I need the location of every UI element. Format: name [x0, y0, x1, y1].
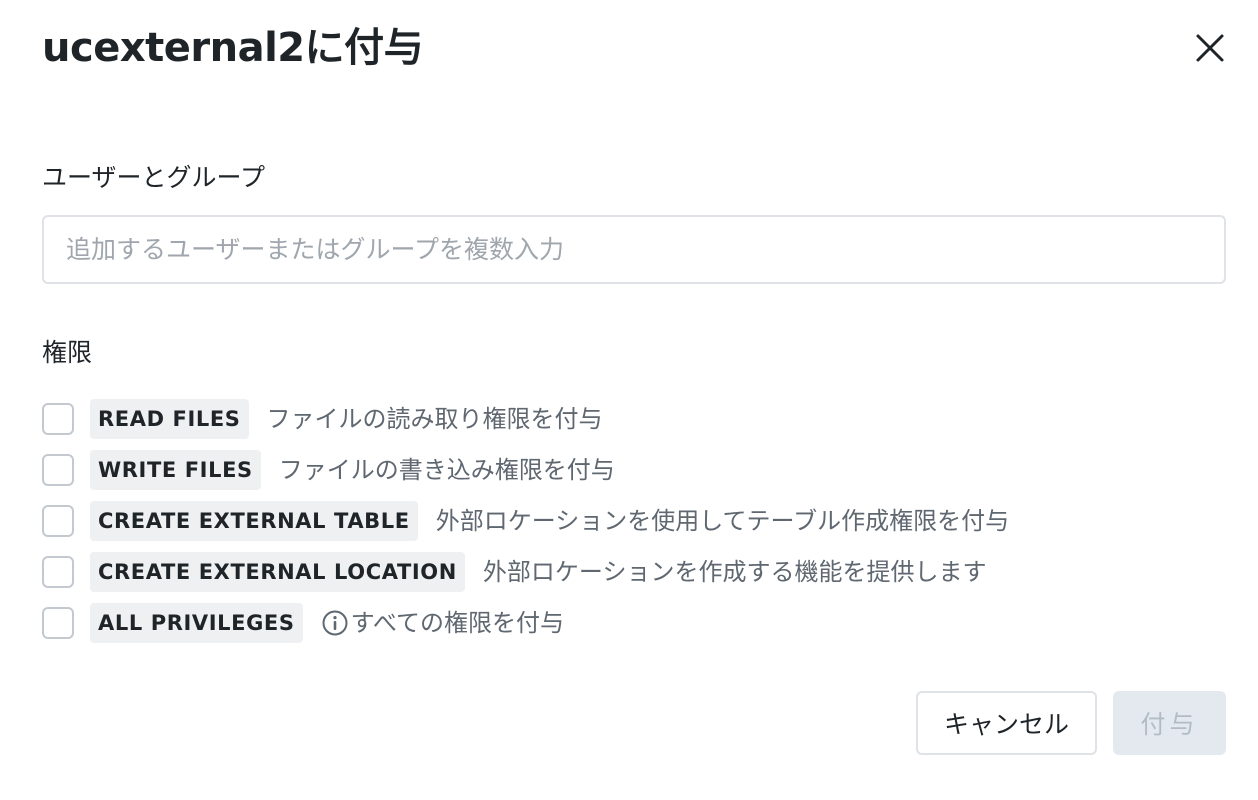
privilege-description: 外部ロケーションを使用してテーブル作成権限を付与: [435, 507, 1010, 535]
close-icon: [1196, 34, 1224, 62]
principals-input[interactable]: [42, 215, 1226, 284]
create-external-table-checkbox[interactable]: [42, 505, 74, 537]
privilege-tag: ALL PRIVILEGES: [90, 603, 303, 643]
all-privileges-checkbox[interactable]: [42, 607, 74, 639]
privilege-tag: READ FILES: [90, 399, 249, 439]
grant-dialog: ucexternal2に付与 ユーザーとグループ 権限 READ FILES フ…: [0, 0, 1258, 800]
privilege-row-read-files: READ FILES ファイルの読み取り権限を付与: [42, 399, 603, 439]
privilege-description: ファイルの書き込み権限を付与: [278, 456, 615, 484]
dialog-title: ucexternal2に付与: [42, 25, 424, 71]
privilege-description: 外部ロケーションを作成する機能を提供します: [482, 558, 987, 586]
privileges-label: 権限: [42, 338, 93, 367]
cancel-button[interactable]: キャンセル: [916, 691, 1097, 755]
privilege-row-create-external-location: CREATE EXTERNAL LOCATION 外部ロケーションを作成する機能…: [42, 552, 986, 592]
create-external-location-checkbox[interactable]: [42, 556, 74, 588]
privilege-tag: CREATE EXTERNAL TABLE: [90, 501, 418, 541]
read-files-checkbox[interactable]: [42, 403, 74, 435]
privilege-row-write-files: WRITE FILES ファイルの書き込み権限を付与: [42, 450, 615, 490]
principals-label: ユーザーとグループ: [42, 163, 266, 192]
privilege-description: ファイルの読み取り権限を付与: [266, 405, 603, 433]
privilege-tag: WRITE FILES: [90, 450, 261, 490]
grant-button[interactable]: 付与: [1113, 691, 1226, 755]
privilege-tag: CREATE EXTERNAL LOCATION: [90, 552, 465, 592]
privilege-description: すべての権限を付与: [350, 609, 564, 637]
close-button[interactable]: [1188, 26, 1232, 70]
info-icon[interactable]: [321, 609, 349, 637]
privilege-row-create-external-table: CREATE EXTERNAL TABLE 外部ロケーションを使用してテーブル作…: [42, 501, 1009, 541]
write-files-checkbox[interactable]: [42, 454, 74, 486]
privilege-row-all-privileges: ALL PRIVILEGES すべての権限を付与: [42, 603, 564, 643]
